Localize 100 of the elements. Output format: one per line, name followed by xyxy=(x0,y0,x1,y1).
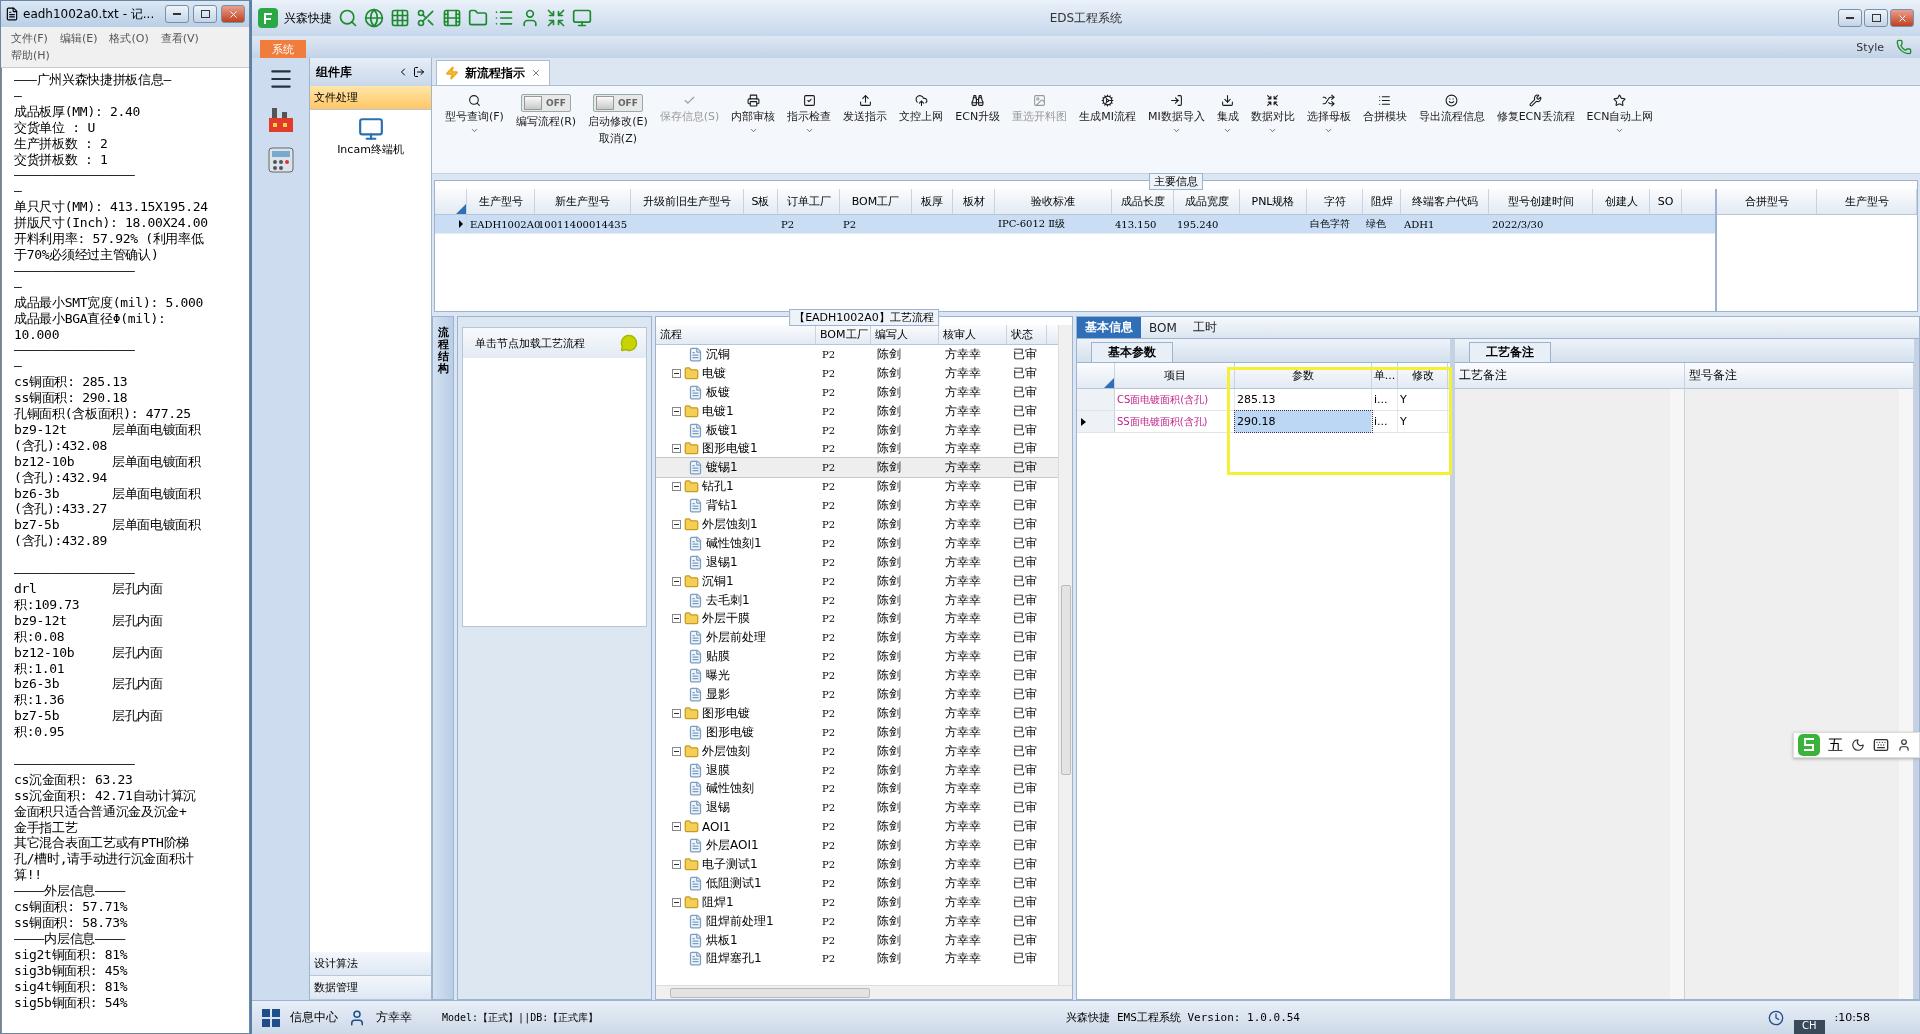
menu-item[interactable]: 查看(V) xyxy=(160,31,199,46)
toolbar-button[interactable]: 导出流程信息 xyxy=(1415,92,1488,126)
row-header[interactable] xyxy=(1077,411,1115,432)
tree-node[interactable]: 曝光 xyxy=(706,667,730,685)
tree-node[interactable]: AOI1 xyxy=(702,819,731,834)
column-header[interactable]: 流程 xyxy=(656,325,816,344)
monitor-icon[interactable] xyxy=(572,8,592,28)
column-header[interactable]: 生产型号 xyxy=(1817,189,1917,214)
column-header[interactable]: 生产型号 xyxy=(467,189,535,214)
tree-node[interactable]: 图形电镀 xyxy=(702,704,750,722)
toolbar-button[interactable]: 文控上网 xyxy=(896,92,947,126)
tree-node[interactable]: 去毛刺1 xyxy=(706,591,750,609)
tree-node[interactable]: 退锡 xyxy=(706,799,730,817)
column-header[interactable]: 型号创建时间 xyxy=(1489,189,1593,214)
tree-node[interactable]: 低阻测试1 xyxy=(706,874,762,892)
toolbar-button[interactable]: 合拼模块 xyxy=(1359,92,1410,126)
toolbar-button[interactable]: ECN自动上网 xyxy=(1583,92,1657,137)
scrollbar[interactable] xyxy=(1058,325,1072,985)
column-header[interactable]: 字符 xyxy=(1307,189,1363,214)
tree-node[interactable]: 沉铜1 xyxy=(702,572,734,590)
maximize-button[interactable] xyxy=(1864,9,1888,27)
tree-node[interactable]: 板镀1 xyxy=(706,421,738,439)
grid-icon[interactable] xyxy=(262,1008,280,1027)
user-icon[interactable] xyxy=(1897,738,1911,752)
column-header[interactable]: 参数 xyxy=(1235,363,1372,388)
column-header[interactable]: 板材 xyxy=(953,189,995,214)
document-tab[interactable]: 新流程指示 xyxy=(436,60,550,85)
collapse-toggle-icon[interactable] xyxy=(672,860,681,869)
tree-node[interactable]: 板镀 xyxy=(706,383,730,401)
tree-node[interactable]: 阻焊前处理1 xyxy=(706,912,774,930)
tab-label[interactable]: 新流程指示 xyxy=(465,64,525,82)
close-icon[interactable] xyxy=(531,68,541,78)
calculator-icon[interactable] xyxy=(266,146,295,174)
keyboard-icon[interactable] xyxy=(1873,737,1889,753)
toolbar-button[interactable]: 集成 xyxy=(1213,92,1242,137)
tree-node[interactable]: 镀锡1 xyxy=(706,459,738,477)
menu-item[interactable]: 文件(F) xyxy=(11,31,48,46)
input-mode[interactable]: 五 xyxy=(1828,735,1843,755)
collapse-toggle-icon[interactable] xyxy=(672,614,681,624)
style-menu[interactable]: Style xyxy=(1856,40,1884,54)
tree-node[interactable]: 显影 xyxy=(706,685,730,703)
tree-node[interactable]: 贴膜 xyxy=(706,648,730,666)
tab[interactable]: 工时 xyxy=(1184,317,1225,338)
library-item[interactable]: 设计算法 xyxy=(310,952,431,976)
corner-icon[interactable] xyxy=(1104,378,1114,388)
toolbar-button[interactable]: 型号查询(F) xyxy=(442,92,507,137)
globe-icon[interactable] xyxy=(364,8,384,28)
collapse-toggle-icon[interactable] xyxy=(672,519,681,529)
tree-node[interactable]: 外层前处理 xyxy=(706,629,766,647)
language-indicator[interactable]: CH xyxy=(1794,1020,1825,1034)
toolbar-button[interactable]: 内部审核 xyxy=(728,92,779,137)
scrollbar[interactable] xyxy=(656,985,1072,999)
maximize-button[interactable] xyxy=(193,5,217,23)
tree-node[interactable]: 退锡1 xyxy=(706,553,738,571)
sub-tab[interactable]: 工艺备注 xyxy=(1469,342,1551,362)
tree-node[interactable]: 图形电镀 xyxy=(706,723,754,741)
tree-node[interactable]: 电镀 xyxy=(702,364,726,382)
tree-node[interactable]: 外层蚀刻 xyxy=(702,742,750,760)
library-item[interactable]: 数据管理 xyxy=(310,976,431,1000)
tree-node[interactable]: 阻焊塞孔1 xyxy=(706,950,762,968)
column-header[interactable]: 订单工厂 xyxy=(778,189,840,214)
table-row[interactable]: EADH1002A010011400014435 P2 P2 IPC-6012 Ⅱ级 413.150 195.240 白色字符 绿色 ADH1 2022/3/30 xyxy=(435,215,1715,234)
film-icon[interactable] xyxy=(442,8,462,28)
tree-node[interactable]: 烘板1 xyxy=(706,931,738,949)
toolbar-button[interactable]: 选择母板 xyxy=(1303,92,1354,137)
collapse-toggle-icon[interactable] xyxy=(672,708,681,718)
toolbar-button[interactable]: MI数据导入 xyxy=(1144,92,1208,137)
menu-item[interactable]: 编辑(E) xyxy=(59,31,98,46)
phone-icon[interactable] xyxy=(1896,39,1912,55)
column-header[interactable]: BOM工厂 xyxy=(816,325,871,344)
column-header[interactable]: 阻焊 xyxy=(1363,189,1401,214)
tab[interactable]: BOM xyxy=(1141,317,1185,338)
tree-node[interactable]: 外层蚀刻1 xyxy=(702,515,758,533)
tree-node[interactable]: 沉铜 xyxy=(706,345,730,363)
toggle-button[interactable]: OFF 启动修改(E) 取消(Z) xyxy=(585,92,651,148)
column-header[interactable]: 新生产型号 xyxy=(535,189,631,214)
column-header[interactable]: 修改 xyxy=(1398,363,1448,388)
column-header[interactable]: 项目 xyxy=(1115,363,1235,388)
tree-node[interactable]: 碱性蚀刻1 xyxy=(706,534,762,552)
column-header[interactable]: 单... xyxy=(1372,363,1398,388)
tab[interactable]: 基本信息 xyxy=(1077,317,1141,338)
tree-node[interactable]: 钻孔1 xyxy=(702,478,734,496)
toolbar-button[interactable]: 指示检查 xyxy=(784,92,835,137)
column-header[interactable]: BOM工厂 xyxy=(840,189,912,214)
list-icon[interactable] xyxy=(494,8,514,28)
moon-icon[interactable] xyxy=(1851,738,1865,752)
tree-node[interactable]: 电子测试1 xyxy=(702,856,758,873)
toolbar-button[interactable]: ECN升级 xyxy=(952,92,1004,126)
column-header[interactable]: PNL规格 xyxy=(1240,189,1307,214)
column-header[interactable]: 终端客户代码 xyxy=(1401,189,1489,214)
tree-node[interactable]: 外层干膜 xyxy=(702,610,750,628)
collapse-toggle-icon[interactable] xyxy=(672,576,681,586)
column-header[interactable]: 成品宽度 xyxy=(1174,189,1240,214)
collapse-toggle-icon[interactable] xyxy=(672,368,681,378)
column-header[interactable]: 状态 xyxy=(1007,325,1047,344)
column-header[interactable]: 成品长度 xyxy=(1112,189,1174,214)
grid-icon[interactable] xyxy=(390,8,410,28)
close-button[interactable] xyxy=(221,5,245,23)
monitor-icon[interactable] xyxy=(357,116,384,142)
search-icon[interactable] xyxy=(338,8,358,28)
